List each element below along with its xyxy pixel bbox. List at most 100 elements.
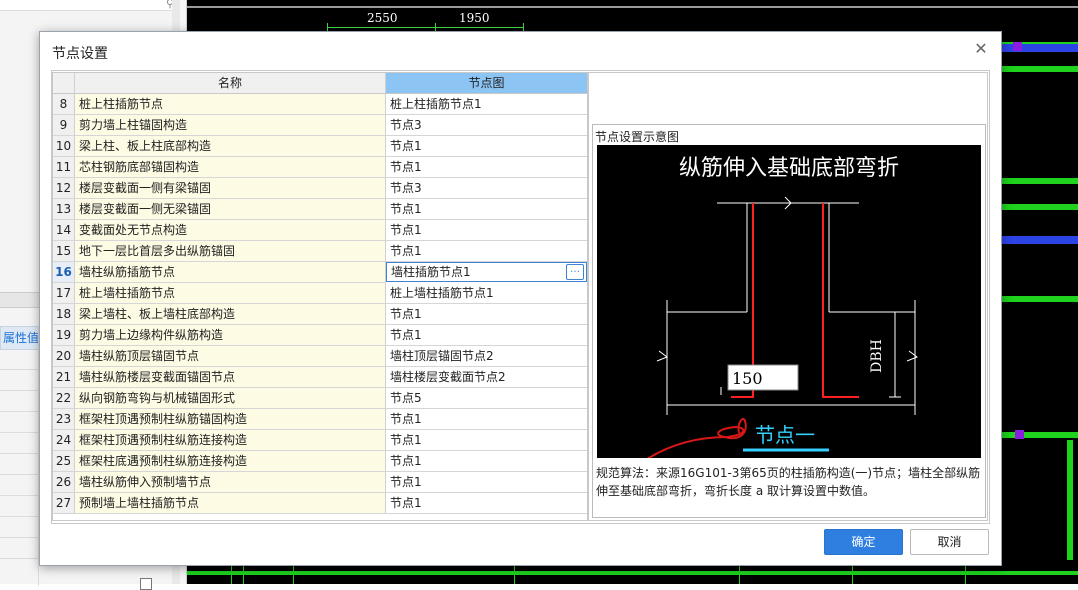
column-header-name[interactable]: 名称 [75,73,386,94]
node-diagram-value: 墙柱楼层变截面节点2 [390,370,506,384]
close-icon[interactable]: ✕ [971,39,991,59]
table-row[interactable]: 25 框架柱底遇预制柱纵筋连接构造 节点1 [53,451,587,472]
node-name-cell: 变截面处无节点构造 [75,220,386,241]
node-diagram-cell[interactable]: 墙柱楼层变截面节点2 [386,367,587,388]
table-row[interactable]: 17 桩上墙柱插筋节点 桩上墙柱插筋节点1 [53,283,587,304]
column-header-node-diagram[interactable]: 节点图 [386,73,587,94]
table-row[interactable]: 20 墙柱纵筋顶层锚固节点 墙柱顶层锚固节点2 [53,346,587,367]
table-row[interactable]: 21 墙柱纵筋楼层变截面锚固节点 墙柱楼层变截面节点2 [53,367,587,388]
node-name-cell: 芯柱钢筋底部锚固构造 [75,157,386,178]
node-diagram-value: 桩上墙柱插筋节点1 [390,286,494,300]
table-row[interactable]: 13 楼层变截面一侧无梁锚固 节点1 [53,199,587,220]
node-diagram-cell[interactable]: 节点1 [386,199,587,220]
table-row[interactable]: 16 墙柱纵筋插筋节点 墙柱插筋节点1… [53,262,587,283]
node-diagram-value: 节点5 [390,391,422,405]
row-number: 20 [53,346,75,367]
table-row[interactable]: 27 预制墙上墙柱插筋节点 节点1 [53,493,587,514]
node-diagram-cell[interactable]: 墙柱顶层锚固节点2 [386,346,587,367]
table-row[interactable]: 12 楼层变截面一侧有梁锚固 节点3 [53,178,587,199]
row-number: 16 [53,262,75,283]
node-diagram-cell[interactable]: 节点1 [386,304,587,325]
node-diagram-cell[interactable]: 节点3 [386,115,587,136]
row-number: 19 [53,325,75,346]
table-row[interactable]: 14 变截面处无节点构造 节点1 [53,220,587,241]
node-settings-dialog: 节点设置 ✕ 名称 节点图 8 桩上柱插筋节点 桩上柱插筋节点1 9 剪力墙上柱锚固构造… [39,31,1002,566]
node-name-cell: 楼层变截面一侧无梁锚固 [75,199,386,220]
node-diagram-value: 节点3 [390,118,422,132]
preview-label: 节点设置示意图 [595,130,680,144]
node-name-cell: 楼层变截面一侧有梁锚固 [75,178,386,199]
node-settings-table: 名称 节点图 8 桩上柱插筋节点 桩上柱插筋节点1 9 剪力墙上柱锚固构造 节点3 10 梁上… [52,72,588,521]
table-row[interactable]: 8 桩上柱插筋节点 桩上柱插筋节点1 [53,94,587,115]
node-diagram-svg: 纵筋伸入基础底部弯折 DBH 150 节点一 [640,156,919,464]
node-diagram-cell[interactable]: 桩上柱插筋节点1 [386,94,587,115]
node-diagram-cell[interactable]: 节点3 [386,178,587,199]
table-row[interactable]: 9 剪力墙上柱锚固构造 节点3 [53,115,587,136]
node-diagram-value: 节点1 [390,202,422,216]
node-name-cell: 框架柱顶遇预制柱纵筋连接构造 [75,430,386,451]
table-row[interactable]: 10 梁上柱、板上柱底部构造 节点1 [53,136,587,157]
table-row[interactable]: 23 框架柱顶遇预制柱纵筋锚固构造 节点1 [53,409,587,430]
node-diagram-cell[interactable]: 节点1 [386,325,587,346]
cancel-button[interactable]: 取消 [910,529,989,555]
property-value-header: 属性值 [0,326,40,350]
hand-drawn-annotation [640,417,747,464]
node-name-cell: 梁上柱、板上柱底部构造 [75,136,386,157]
node-diagram-cell[interactable]: 节点1 [386,241,587,262]
rule-description: 规范算法：来源16G101-3第65页的柱插筋构造(一)节点；墙柱全部纵筋伸至基… [596,466,981,498]
node-diagram-cell[interactable]: 桩上墙柱插筋节点1 [386,283,587,304]
background-checkbox[interactable] [140,578,152,590]
node-name-cell: 梁上墙柱、板上墙柱底部构造 [75,304,386,325]
node-name-cell: 剪力墙上柱锚固构造 [75,115,386,136]
row-number: 23 [53,409,75,430]
node-diagram-cell[interactable]: 节点1 [386,451,587,472]
diagram-title: 纵筋伸入基础底部弯折 [679,156,899,181]
table-row[interactable]: 15 地下一层比首层多出纵筋锚固 节点1 [53,241,587,262]
ok-button[interactable]: 确定 [824,529,903,555]
node-diagram-cell[interactable]: 节点1 [386,472,587,493]
diagram-caption: 节点一 [755,423,815,447]
table-row[interactable]: 24 框架柱顶遇预制柱纵筋连接构造 节点1 [53,430,587,451]
cad-dimension-1: 2550 [367,11,398,25]
node-diagram-value: 节点1 [390,223,422,237]
node-diagram-cell[interactable]: 节点1 [386,409,587,430]
node-diagram-value: 节点1 [390,307,422,321]
dbh-label: DBH [869,339,885,373]
node-diagram-cell[interactable]: 节点1 [386,493,587,514]
row-number: 14 [53,220,75,241]
row-number: 8 [53,94,75,115]
node-diagram-cell[interactable]: 节点1 [386,220,587,241]
node-diagram-cell[interactable]: 节点1 [386,136,587,157]
table-row[interactable]: 19 剪力墙上边缘构件纵筋构造 节点1 [53,325,587,346]
row-number: 21 [53,367,75,388]
background-search-field[interactable] [0,0,180,11]
row-number: 9 [53,115,75,136]
table-body: 8 桩上柱插筋节点 桩上柱插筋节点1 9 剪力墙上柱锚固构造 节点3 10 梁上柱、板上柱底部… [53,94,587,514]
node-diagram-cell[interactable]: 节点1 [386,430,587,451]
row-number: 24 [53,430,75,451]
row-number: 26 [53,472,75,493]
ellipsis-button[interactable]: … [566,264,584,280]
node-name-cell: 墙柱纵筋楼层变截面锚固节点 [75,367,386,388]
table-row[interactable]: 22 纵向钢筋弯钩与机械锚固形式 节点5 [53,388,587,409]
node-name-cell: 墙柱纵筋顶层锚固节点 [75,346,386,367]
node-diagram-cell[interactable]: 节点5 [386,388,587,409]
table-row[interactable]: 18 梁上墙柱、板上墙柱底部构造 节点1 [53,304,587,325]
dialog-title: 节点设置 [52,46,108,62]
node-diagram-value: 节点3 [390,181,422,195]
node-name-cell: 墙柱纵筋伸入预制墙节点 [75,472,386,493]
node-diagram-value: 墙柱插筋节点1 [391,265,471,279]
node-diagram-cell[interactable]: 墙柱插筋节点1 … [386,262,587,282]
node-diagram-value: 桩上柱插筋节点1 [390,97,482,111]
node-name-cell: 预制墙上墙柱插筋节点 [75,493,386,514]
node-diagram-preview: 纵筋伸入基础底部弯折 DBH 150 节点一 [597,145,981,464]
row-number-header [53,73,75,94]
node-diagram-value: 节点1 [390,433,422,447]
table-row[interactable]: 11 芯柱钢筋底部锚固构造 节点1 [53,157,587,178]
row-number: 25 [53,451,75,472]
node-diagram-value: 节点1 [390,328,422,342]
row-number: 22 [53,388,75,409]
table-row[interactable]: 26 墙柱纵筋伸入预制墙节点 节点1 [53,472,587,493]
cad-dimension-2: 1950 [459,11,490,25]
node-diagram-cell[interactable]: 节点1 [386,157,587,178]
